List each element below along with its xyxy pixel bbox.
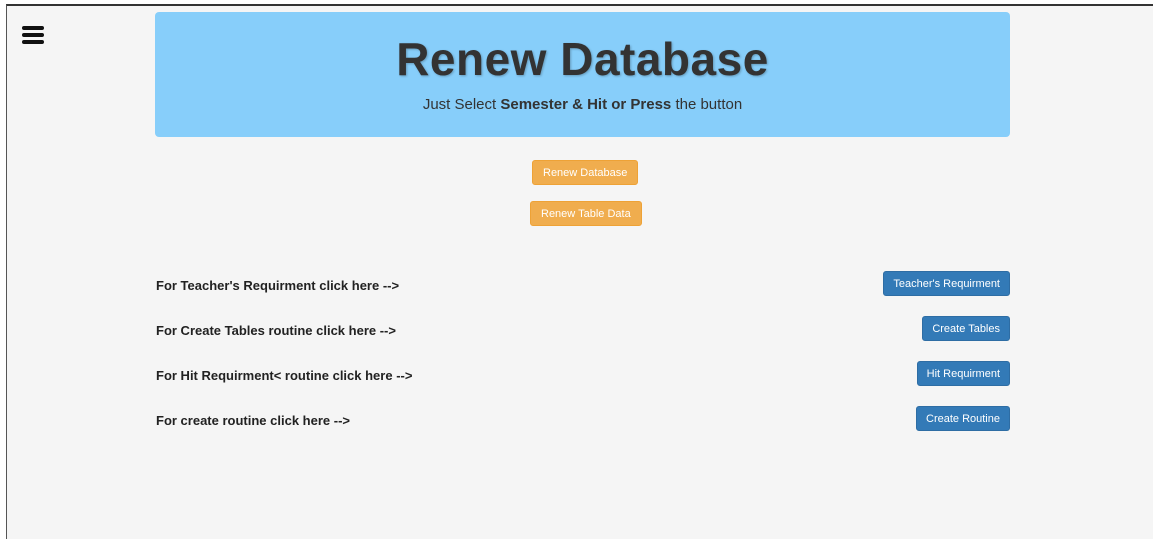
renew-database-button[interactable]: Renew Database bbox=[532, 160, 639, 185]
page-subtitle: Just Select Semester & Hit or Press the … bbox=[422, 96, 743, 113]
renew-table-data-button[interactable]: Renew Table Data bbox=[530, 201, 642, 226]
teachers-requirment-button[interactable]: Teacher's Requirment bbox=[883, 271, 1010, 296]
create-routine-label: For create routine click here --> bbox=[156, 413, 350, 428]
header-jumbotron: Renew Database Just Select Semester & Hi… bbox=[155, 12, 1010, 137]
create-routine-button[interactable]: Create Routine bbox=[916, 406, 1010, 431]
create-tables-label: For Create Tables routine click here --> bbox=[156, 323, 396, 338]
hamburger-menu-icon[interactable] bbox=[22, 26, 44, 44]
teachers-requirment-label: For Teacher's Requirment click here --> bbox=[156, 278, 400, 293]
hit-requirment-button[interactable]: Hit Requirment bbox=[916, 361, 1010, 386]
hit-requirment-label: For Hit Requirment< routine click here -… bbox=[156, 368, 413, 383]
page-title: Renew Database bbox=[396, 33, 769, 85]
create-tables-button[interactable]: Create Tables bbox=[922, 316, 1010, 341]
